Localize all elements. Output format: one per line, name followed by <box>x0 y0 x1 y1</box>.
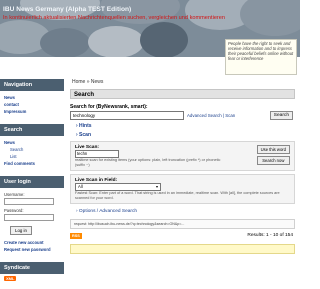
navigation-block: Navigation News contact Impressum <box>0 79 64 119</box>
navigation-title: Navigation <box>0 79 64 91</box>
search-item-search[interactable]: Search <box>4 147 60 152</box>
chevron-down-icon: ▾ <box>155 184 158 189</box>
pebble-image <box>88 26 144 57</box>
request-url: request: http://ibusuch.ibu-news.de/?q=t… <box>70 219 295 229</box>
login-button[interactable]: Log in <box>10 226 32 235</box>
login-block: User login Username: Password: Log in Cr… <box>0 176 64 257</box>
advanced-search-link[interactable]: Advanced Search | Scan <box>187 113 235 118</box>
search-item-news[interactable]: News <box>4 140 60 145</box>
page-title: Search <box>70 89 295 99</box>
hints-toggle[interactable]: › Hints <box>70 123 295 129</box>
mission-statement: People have the right to seek and receiv… <box>225 39 297 75</box>
syndicate-title: Syndicate <box>0 262 64 274</box>
request-password-link[interactable]: Request new password <box>4 247 60 252</box>
username-label: Username: <box>4 192 25 197</box>
xml-feed-icon[interactable]: XML <box>4 276 17 281</box>
password-input[interactable] <box>4 214 54 221</box>
username-input[interactable] <box>4 198 54 205</box>
use-word-button[interactable]: Use this word <box>256 145 290 154</box>
pebble-image <box>240 0 300 36</box>
live-scan-hint: realtime scan for existing items (your o… <box>75 158 221 167</box>
field-select[interactable]: All ▾ <box>75 183 161 191</box>
search-row: technology Advanced Search | Scan Search <box>70 111 295 120</box>
field-select-value: All <box>78 184 83 189</box>
results-count: Results: 1 - 10 of 154 <box>247 233 293 238</box>
live-scan-label: Live Scan: <box>75 145 99 150</box>
rss-icon[interactable]: RSS <box>70 233 82 239</box>
live-scan-panel: Live Scan: techn realtime scan for exist… <box>70 141 295 171</box>
search-now-button[interactable]: Search now <box>256 156 290 165</box>
create-account-link[interactable]: Create new account <box>4 240 60 245</box>
options-toggle[interactable]: › Options / Advanced Search <box>70 209 295 214</box>
results-row: RSS Results: 1 - 10 of 154 <box>70 232 295 242</box>
pebble-image <box>140 22 188 57</box>
nav-item-news[interactable]: News <box>4 95 60 100</box>
header-text: IBU News Germany (Alpha TEST Edition) In… <box>0 6 230 21</box>
field-scan-panel: Live Scan in Field: All ▾ Fastest Scan: … <box>70 174 295 204</box>
scan-toggle[interactable]: › Scan <box>70 132 295 138</box>
search-button[interactable]: Search <box>269 111 293 120</box>
search-block: Search News Search List Find comments <box>0 124 64 171</box>
search-item-list[interactable]: List <box>4 154 60 159</box>
field-scan-hint: Fastest Scan: Enter part of a word. That… <box>75 191 280 200</box>
main-content: Search Search for (ByNewsrank, smart): t… <box>70 89 295 254</box>
password-label: Password: <box>4 208 24 213</box>
sidebar: Navigation News contact Impressum Search… <box>0 79 64 289</box>
search-label: Search for (ByNewsrank, smart): <box>70 104 148 110</box>
pebble-image <box>40 28 90 57</box>
search-input[interactable]: technology <box>70 111 184 120</box>
nav-item-contact[interactable]: contact <box>4 102 60 107</box>
nav-item-impressum[interactable]: Impressum <box>4 109 60 114</box>
site-title[interactable]: IBU News Germany (Alpha TEST Edition) <box>0 6 230 13</box>
breadcrumb[interactable]: Home » News <box>72 79 103 85</box>
result-item[interactable] <box>70 244 295 254</box>
site-slogan: In kontinuierlich aktualisierten Nachric… <box>3 15 226 21</box>
login-title: User login <box>0 176 64 188</box>
live-scan-input[interactable]: techn <box>75 150 119 158</box>
search-item-find-comments[interactable]: Find comments <box>4 161 60 166</box>
search-block-title: Search <box>0 124 64 136</box>
syndicate-block: Syndicate XML <box>0 262 64 284</box>
